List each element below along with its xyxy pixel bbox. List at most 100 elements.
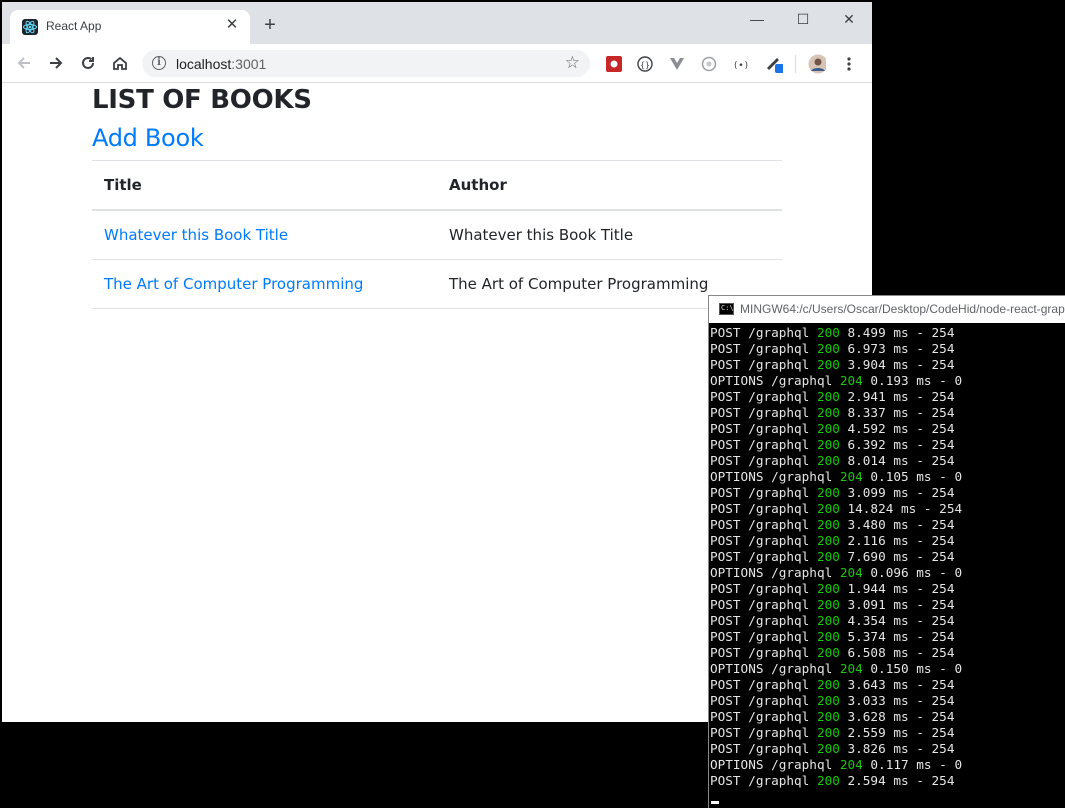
terminal-window[interactable]: C:\ MINGW64:/c/Users/Oscar/Desktop/CodeH… (708, 295, 1065, 808)
maximize-button[interactable]: ☐ (780, 6, 826, 32)
log-request: OPTIONS /graphql (710, 469, 840, 484)
book-title-cell: The Art of Computer Programming (92, 259, 437, 309)
book-title-cell: Whatever this Book Title (92, 210, 437, 260)
log-timing: 3.826 ms - 254 (839, 741, 955, 756)
log-status: 204 (839, 469, 863, 484)
log-timing: 3.643 ms - 254 (839, 677, 955, 692)
column-header-title: Title (92, 160, 437, 211)
url-port: :3001 (231, 56, 267, 72)
log-status: 200 (816, 389, 840, 404)
minimize-button[interactable]: — (734, 6, 780, 32)
extension-vue-icon[interactable] (668, 55, 686, 73)
log-status: 200 (816, 741, 840, 756)
log-line: OPTIONS /graphql 204 0.117 ms - 0 (710, 757, 1065, 773)
log-request: POST /graphql (710, 501, 817, 516)
log-request: POST /graphql (710, 645, 817, 660)
extension-wave-icon[interactable]: (•) (732, 55, 750, 73)
log-status: 200 (816, 581, 840, 596)
log-status: 200 (816, 501, 840, 516)
book-title-link[interactable]: Whatever this Book Title (104, 226, 288, 244)
log-request: POST /graphql (710, 325, 817, 340)
log-line: POST /graphql 200 3.628 ms - 254 (710, 709, 1065, 725)
add-book-link[interactable]: Add Book (92, 124, 204, 152)
menu-kebab-icon[interactable] (840, 55, 858, 73)
log-line: POST /graphql 200 2.116 ms - 254 (710, 533, 1065, 549)
log-timing: 2.594 ms - 254 (839, 773, 955, 788)
log-status: 200 (816, 485, 840, 500)
profile-avatar-icon[interactable] (808, 54, 826, 74)
log-timing: 3.480 ms - 254 (839, 517, 955, 532)
log-line: POST /graphql 200 6.392 ms - 254 (710, 437, 1065, 453)
terminal-output[interactable]: POST /graphql 200 8.499 ms - 254 POST /gr… (709, 323, 1065, 789)
home-icon[interactable] (108, 51, 132, 75)
books-table: Title Author Whatever this Book Title Wh… (92, 160, 782, 309)
console-icon: C:\ (719, 303, 734, 315)
log-timing: 3.033 ms - 254 (839, 693, 955, 708)
forward-arrow-icon[interactable] (44, 51, 68, 75)
log-timing: 4.354 ms - 254 (839, 613, 955, 628)
log-status: 200 (816, 773, 840, 788)
new-tab-button[interactable]: + (260, 15, 280, 36)
extension-json-icon[interactable]: {} (636, 55, 654, 73)
log-request: POST /graphql (710, 693, 817, 708)
log-status: 204 (839, 373, 863, 388)
back-arrow-icon[interactable] (12, 51, 36, 75)
log-line: OPTIONS /graphql 204 0.150 ms - 0 (710, 661, 1065, 677)
log-request: POST /graphql (710, 741, 817, 756)
log-status: 200 (816, 693, 840, 708)
extension-circle-icon[interactable] (700, 55, 718, 73)
log-status: 200 (816, 517, 840, 532)
reload-icon[interactable] (76, 51, 100, 75)
close-window-button[interactable]: ✕ (826, 6, 872, 32)
column-header-author: Author (437, 160, 782, 211)
log-timing: 8.499 ms - 254 (839, 325, 955, 340)
log-timing: 5.374 ms - 254 (839, 629, 955, 644)
log-line: POST /graphql 200 14.824 ms - 254 (710, 501, 1065, 517)
log-status: 200 (816, 325, 840, 340)
log-status: 200 (816, 549, 840, 564)
log-line: POST /graphql 200 3.099 ms - 254 (710, 485, 1065, 501)
log-request: OPTIONS /graphql (710, 565, 840, 580)
url-text: localhost:3001 (176, 56, 266, 72)
log-timing: 0.096 ms - 0 (862, 565, 963, 580)
log-status: 200 (816, 709, 840, 724)
log-line: POST /graphql 200 3.643 ms - 254 (710, 677, 1065, 693)
log-line: POST /graphql 200 3.033 ms - 254 (710, 693, 1065, 709)
log-status: 200 (816, 453, 840, 468)
browser-toolbar: i localhost:3001 ☆ {} (•) (2, 44, 872, 83)
terminal-titlebar[interactable]: C:\ MINGW64:/c/Users/Oscar/Desktop/CodeH… (709, 296, 1065, 323)
terminal-title: MINGW64:/c/Users/Oscar/Desktop/CodeHid/n… (740, 302, 1065, 316)
log-status: 200 (816, 341, 840, 356)
log-request: POST /graphql (710, 533, 817, 548)
log-status: 200 (816, 357, 840, 372)
tab-close-icon[interactable]: ✕ (224, 17, 240, 33)
extension-pen-icon[interactable] (765, 55, 783, 73)
log-request: POST /graphql (710, 405, 817, 420)
log-line: POST /graphql 200 8.014 ms - 254 (710, 453, 1065, 469)
site-info-icon[interactable]: i (152, 56, 166, 70)
table-row: The Art of Computer Programming The Art … (92, 259, 782, 309)
log-request: POST /graphql (710, 421, 817, 436)
log-status: 200 (816, 613, 840, 628)
log-request: POST /graphql (710, 709, 817, 724)
log-timing: 2.941 ms - 254 (839, 389, 955, 404)
log-line: POST /graphql 200 8.337 ms - 254 (710, 405, 1065, 421)
log-timing: 4.592 ms - 254 (839, 421, 955, 436)
log-line: POST /graphql 200 3.091 ms - 254 (710, 597, 1065, 613)
log-line: POST /graphql 200 7.690 ms - 254 (710, 549, 1065, 565)
tab-react-app[interactable]: React App ✕ (10, 10, 250, 44)
bookmark-star-icon[interactable]: ☆ (565, 53, 580, 73)
address-bar[interactable]: i localhost:3001 ☆ (142, 50, 590, 77)
book-author-cell: Whatever this Book Title (437, 210, 782, 260)
log-request: POST /graphql (710, 725, 817, 740)
book-title-link[interactable]: The Art of Computer Programming (104, 275, 363, 293)
log-status: 204 (839, 565, 863, 580)
log-status: 200 (816, 677, 840, 692)
log-line: POST /graphql 200 1.944 ms - 254 (710, 581, 1065, 597)
log-timing: 14.824 ms - 254 (839, 501, 963, 516)
terminal-cursor (711, 801, 719, 804)
react-logo-icon (22, 19, 38, 35)
log-timing: 3.099 ms - 254 (839, 485, 955, 500)
extension-red-icon[interactable] (605, 55, 623, 73)
log-timing: 3.091 ms - 254 (839, 597, 955, 612)
